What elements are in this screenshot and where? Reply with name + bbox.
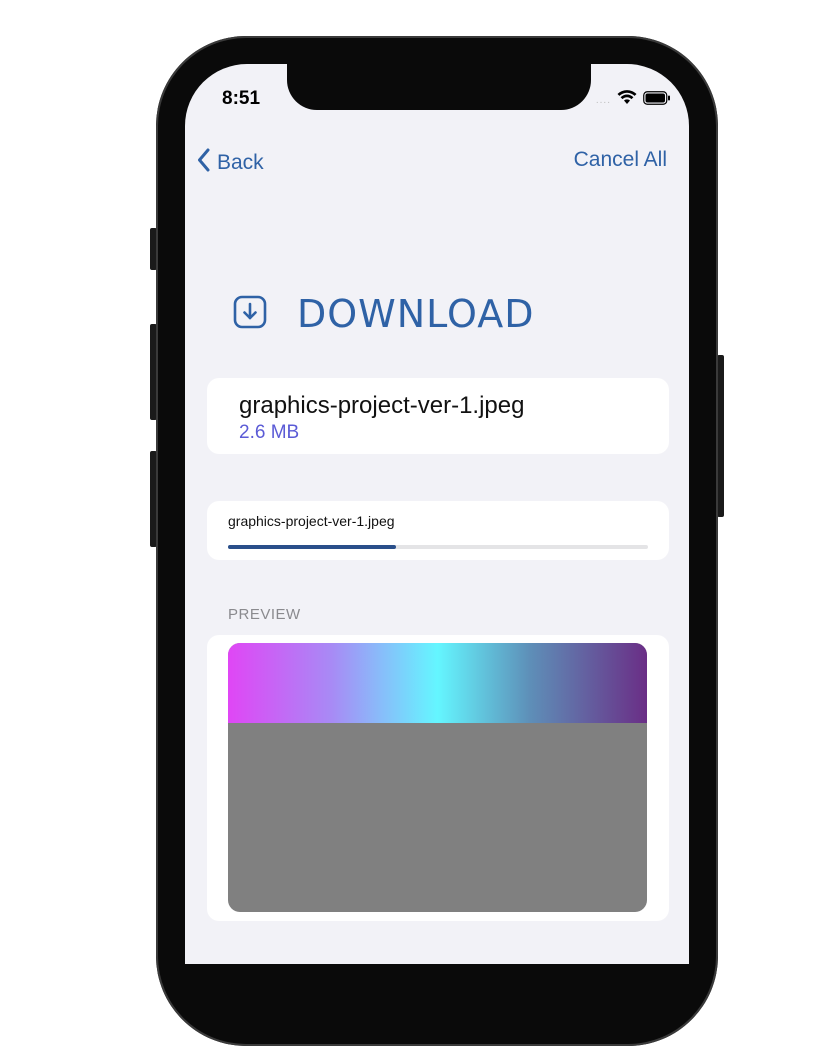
file-info-card: graphics-project-ver-1.jpeg 2.6 MB [207,378,669,454]
download-progress-card: graphics-project-ver-1.jpeg [207,501,669,560]
status-time: 8:51 [222,88,261,109]
status-icons: .... [596,90,671,110]
back-button[interactable]: Back [197,148,264,178]
cancel-all-button[interactable]: Cancel All [574,148,667,172]
file-name: graphics-project-ver-1.jpeg [239,392,525,419]
preview-image [228,643,647,912]
navigation-bar: Back Cancel All [185,148,689,178]
file-size: 2.6 MB [239,422,300,443]
battery-icon [643,90,671,110]
power-button [717,355,724,517]
download-header: DOWNLOAD [233,292,534,336]
preview-section-label: PREVIEW [228,606,301,623]
phone-screen: 8:51 .... Back Cancel All DOWNLOAD graph… [185,64,689,964]
preview-card [207,635,669,921]
progress-bar [228,545,648,549]
back-label: Back [217,151,264,174]
download-icon [233,295,267,334]
chevron-left-icon [197,148,211,178]
wifi-icon [617,90,637,110]
signal-dots: .... [595,94,611,106]
progress-bar-fill [228,545,396,549]
progress-file-name: graphics-project-ver-1.jpeg [228,513,395,529]
preview-gradient-band [228,643,647,723]
page-title: DOWNLOAD [297,292,535,336]
notch [287,64,591,110]
